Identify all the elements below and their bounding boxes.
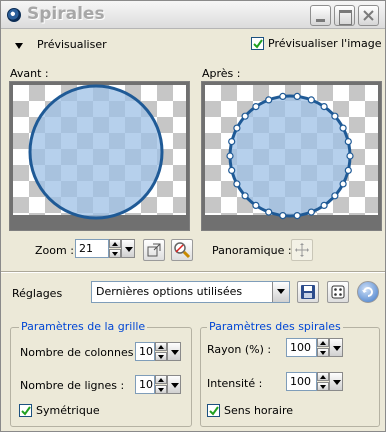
spiral-curl <box>331 192 339 200</box>
spiral-curl <box>241 112 249 120</box>
spiral-parameters-title: Paramètres des spirales <box>207 320 343 333</box>
intensity-dropdown-button[interactable] <box>329 372 343 391</box>
intensity-label: Intensité : <box>207 377 263 390</box>
spiral-curl <box>241 192 249 200</box>
clockwise-label: Sens horaire <box>224 404 294 417</box>
spiral-curl <box>307 208 315 216</box>
before-preview-pane[interactable] <box>9 81 190 231</box>
after-label: Après : <box>202 67 241 80</box>
spirales-dialog: Spirales Prévisualiser Prévisualiser l'i… <box>0 0 386 432</box>
zoom-input[interactable]: 21 <box>75 239 109 258</box>
rows-dropdown-button[interactable] <box>167 375 181 394</box>
intensity-spinner[interactable] <box>317 372 329 391</box>
preview-image-label: Prévisualiser l'image <box>268 37 382 50</box>
randomize-button[interactable] <box>327 281 349 303</box>
checkmark-icon <box>253 39 263 49</box>
spiral-curl <box>226 152 234 160</box>
presets-select[interactable]: Dernières options utilisées <box>91 281 290 303</box>
spiral-curl <box>265 96 273 104</box>
spiral-curl <box>233 180 241 188</box>
grid-parameters-title: Paramètres de la grille <box>19 320 148 333</box>
zoom-reset-button[interactable] <box>171 239 193 261</box>
preview-image-checkbox[interactable] <box>251 37 264 50</box>
spiral-curl <box>228 166 236 175</box>
zoom-label: Zoom : <box>35 244 74 257</box>
save-preset-button[interactable] <box>297 281 319 303</box>
resize-icon <box>147 243 161 257</box>
reset-icon <box>362 287 373 297</box>
preview-section-label: Prévisualiser <box>37 38 107 51</box>
checkmark-icon <box>209 406 219 416</box>
spiral-curl <box>228 137 236 146</box>
divider <box>1 271 385 273</box>
maximize-button[interactable] <box>334 5 355 26</box>
before-label: Avant : <box>10 67 49 80</box>
pan-label: Panoramique : <box>212 244 292 257</box>
zoom-spinner[interactable] <box>109 239 121 258</box>
spiral-curl <box>320 201 328 210</box>
zoom-dropdown-button[interactable] <box>121 239 135 258</box>
spiral-curl <box>279 92 287 100</box>
title-bar[interactable]: Spirales <box>1 1 385 29</box>
rows-spinner[interactable] <box>155 375 167 394</box>
after-preview-pane[interactable] <box>201 81 382 231</box>
radius-input[interactable]: 100 <box>286 338 317 357</box>
reset-button[interactable] <box>357 281 379 303</box>
checkmark-icon <box>21 406 31 416</box>
window-title: Spirales <box>27 4 105 24</box>
spiral-curl <box>344 166 352 175</box>
rows-input[interactable]: 10 <box>135 375 155 394</box>
columns-label: Nombre de colonnes : <box>20 346 141 359</box>
spiral-curl <box>293 212 301 220</box>
spiral-curl <box>252 103 260 111</box>
move-icon <box>295 243 309 257</box>
close-button[interactable] <box>358 5 379 26</box>
spiral-curl <box>339 180 347 188</box>
spiral-curl <box>346 152 354 160</box>
radius-label: Rayon (%) : <box>207 343 272 356</box>
spiral-curl <box>293 92 301 100</box>
intensity-input[interactable]: 100 <box>286 372 317 391</box>
floppy-disk-icon <box>301 285 315 299</box>
spiral-curl <box>252 201 260 210</box>
radius-dropdown-button[interactable] <box>329 338 343 357</box>
symmetric-checkbox[interactable] <box>19 404 32 417</box>
zoom-fit-button[interactable] <box>143 239 165 261</box>
collapse-arrow-icon[interactable] <box>15 43 23 49</box>
spiral-curl <box>320 103 328 111</box>
dice-icon <box>331 285 345 299</box>
columns-spinner[interactable] <box>155 342 167 361</box>
spiral-curl <box>339 124 347 132</box>
spiral-curl <box>265 208 273 216</box>
spiral-curl <box>279 212 287 220</box>
spiral-curl <box>331 112 339 120</box>
radius-spinner[interactable] <box>317 338 329 357</box>
rows-label: Nombre de lignes : <box>20 379 125 392</box>
spiral-curl <box>233 124 241 132</box>
minimize-button[interactable] <box>310 5 331 26</box>
pan-button[interactable] <box>291 239 313 261</box>
zoom-magnifier-icon <box>174 242 191 259</box>
columns-input[interactable]: 10 <box>135 342 155 361</box>
symmetric-label: Symétrique <box>36 404 100 417</box>
app-icon <box>7 8 21 22</box>
spiral-curl <box>344 137 352 146</box>
spiral-curl <box>307 96 315 104</box>
presets-selected-value: Dernières options utilisées <box>96 285 243 298</box>
chevron-down-icon <box>272 282 289 302</box>
presets-label: Réglages <box>12 287 63 300</box>
after-spiral-graphic <box>226 92 354 220</box>
columns-dropdown-button[interactable] <box>167 342 181 361</box>
before-circle-graphic <box>28 84 164 220</box>
close-icon <box>363 10 374 21</box>
clockwise-checkbox[interactable] <box>207 404 220 417</box>
